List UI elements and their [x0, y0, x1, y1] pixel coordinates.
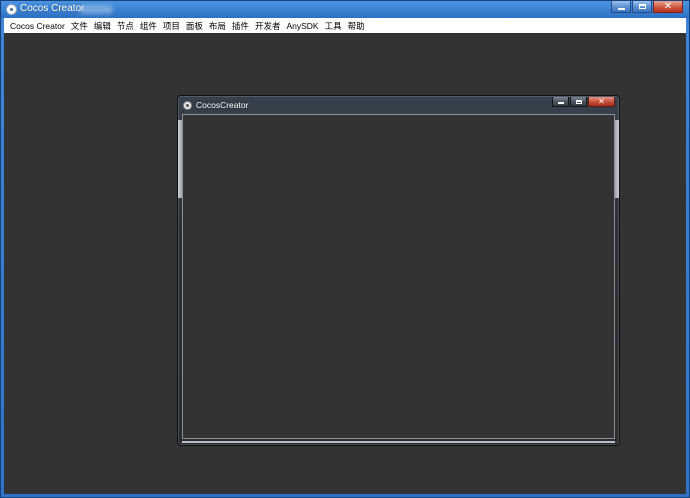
- menu-layout[interactable]: 布局: [206, 20, 229, 32]
- close-button[interactable]: ✕: [653, 1, 683, 13]
- maximize-icon: [633, 1, 651, 12]
- menu-cocos-creator[interactable]: Cocos Creator: [7, 21, 68, 31]
- close-icon: ✕: [663, 0, 673, 12]
- close-icon: ✕: [598, 96, 605, 106]
- child-window-title: CocosCreator: [196, 100, 249, 110]
- menu-edit[interactable]: 编辑: [91, 20, 114, 32]
- menu-project[interactable]: 项目: [160, 20, 183, 32]
- child-window-controls: ✕: [551, 97, 615, 107]
- child-window-client-area[interactable]: [182, 114, 615, 439]
- window-controls: ✕: [610, 1, 683, 14]
- minimize-icon: [553, 97, 568, 106]
- menubar: Cocos Creator 文件 编辑 节点 组件 项目 面板 布局 插件 开发…: [4, 18, 686, 33]
- title-blur-region: [79, 5, 113, 14]
- menu-tools[interactable]: 工具: [322, 20, 345, 32]
- child-window: CocosCreator ✕: [177, 95, 620, 446]
- minimize-button[interactable]: [611, 1, 631, 13]
- menu-file[interactable]: 文件: [68, 20, 91, 32]
- main-titlebar[interactable]: Cocos Creator ✕: [1, 1, 689, 18]
- window-title: Cocos Creator: [20, 3, 85, 14]
- cocos-app-icon[interactable]: [183, 101, 192, 110]
- menu-panel[interactable]: 面板: [183, 20, 206, 32]
- child-maximize-button[interactable]: [570, 97, 587, 107]
- menu-component[interactable]: 组件: [137, 20, 160, 32]
- child-titlebar[interactable]: CocosCreator ✕: [178, 96, 619, 114]
- child-window-bottom-border: [182, 441, 615, 443]
- menu-anysdk[interactable]: AnySDK: [283, 21, 321, 31]
- menu-help[interactable]: 帮助: [345, 20, 368, 32]
- menu-node[interactable]: 节点: [114, 20, 137, 32]
- maximize-button[interactable]: [632, 1, 652, 13]
- menu-plugin[interactable]: 插件: [229, 20, 252, 32]
- cocos-app-icon[interactable]: [6, 4, 17, 15]
- maximize-icon: [571, 97, 586, 106]
- child-minimize-button[interactable]: [552, 97, 569, 107]
- minimize-icon: [612, 1, 630, 12]
- child-window-right-edge[interactable]: [615, 120, 619, 198]
- child-close-button[interactable]: ✕: [588, 97, 615, 107]
- menu-developer[interactable]: 开发者: [252, 20, 284, 32]
